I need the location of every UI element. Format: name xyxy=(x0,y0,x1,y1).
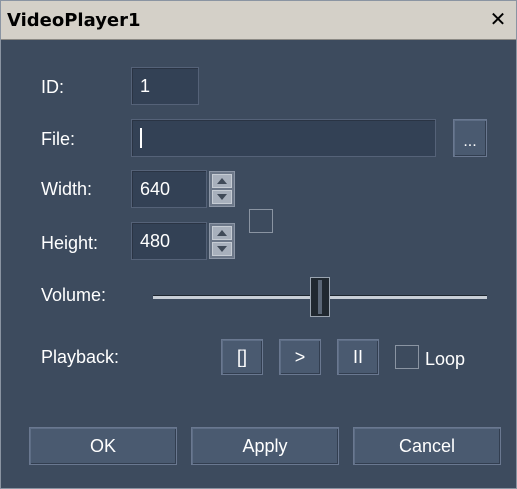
width-stepper-down[interactable] xyxy=(212,190,232,204)
width-stepper-up[interactable] xyxy=(212,174,232,188)
text-caret xyxy=(140,128,142,148)
apply-label: Apply xyxy=(242,436,288,456)
aspect-lock-checkbox[interactable] xyxy=(249,209,273,233)
window-title: VideoPlayer1 xyxy=(7,10,141,31)
cancel-label: Cancel xyxy=(398,436,456,456)
volume-label: Volume: xyxy=(41,285,107,305)
height-stepper-down[interactable] xyxy=(212,242,232,256)
file-label: File: xyxy=(41,129,76,149)
arrow-down-icon xyxy=(217,246,227,252)
id-value: 1 xyxy=(140,76,151,96)
arrow-up-icon xyxy=(217,178,227,184)
ok-button[interactable]: OK xyxy=(29,427,177,465)
cancel-button[interactable]: Cancel xyxy=(353,427,501,465)
close-icon[interactable]: ✕ xyxy=(486,7,510,31)
width-field[interactable]: 640 xyxy=(131,170,207,208)
width-label: Width: xyxy=(41,179,93,199)
height-value: 480 xyxy=(140,231,171,251)
apply-button[interactable]: Apply xyxy=(191,427,339,465)
loop-label: Loop xyxy=(425,349,466,369)
arrow-up-icon xyxy=(217,230,227,236)
stop-label: [] xyxy=(236,347,247,367)
browse-label: ... xyxy=(463,133,477,150)
width-value: 640 xyxy=(140,179,171,199)
file-input[interactable] xyxy=(131,119,436,157)
width-stepper[interactable] xyxy=(209,171,235,207)
loop-checkbox[interactable] xyxy=(395,345,419,369)
arrow-down-icon xyxy=(217,194,227,200)
ok-label: OK xyxy=(89,436,116,456)
stop-button[interactable]: [] xyxy=(221,339,263,375)
id-label: ID: xyxy=(41,77,65,97)
browse-button[interactable]: ... xyxy=(453,119,487,157)
height-field[interactable]: 480 xyxy=(131,222,207,260)
height-stepper[interactable] xyxy=(209,223,235,259)
id-field[interactable]: 1 xyxy=(131,67,199,105)
title-bar[interactable]: VideoPlayer1 ✕ xyxy=(1,1,516,40)
play-label: > xyxy=(294,347,306,367)
pause-button[interactable]: II xyxy=(337,339,379,375)
volume-slider-thumb[interactable] xyxy=(310,277,330,317)
play-button[interactable]: > xyxy=(279,339,321,375)
videoplayer-dialog: VideoPlayer1 ✕ ID: 1 File: ... Width: 64… xyxy=(0,0,517,489)
pause-label: II xyxy=(352,347,363,367)
height-stepper-up[interactable] xyxy=(212,226,232,240)
height-label: Height: xyxy=(41,233,99,253)
playback-label: Playback: xyxy=(41,347,120,367)
